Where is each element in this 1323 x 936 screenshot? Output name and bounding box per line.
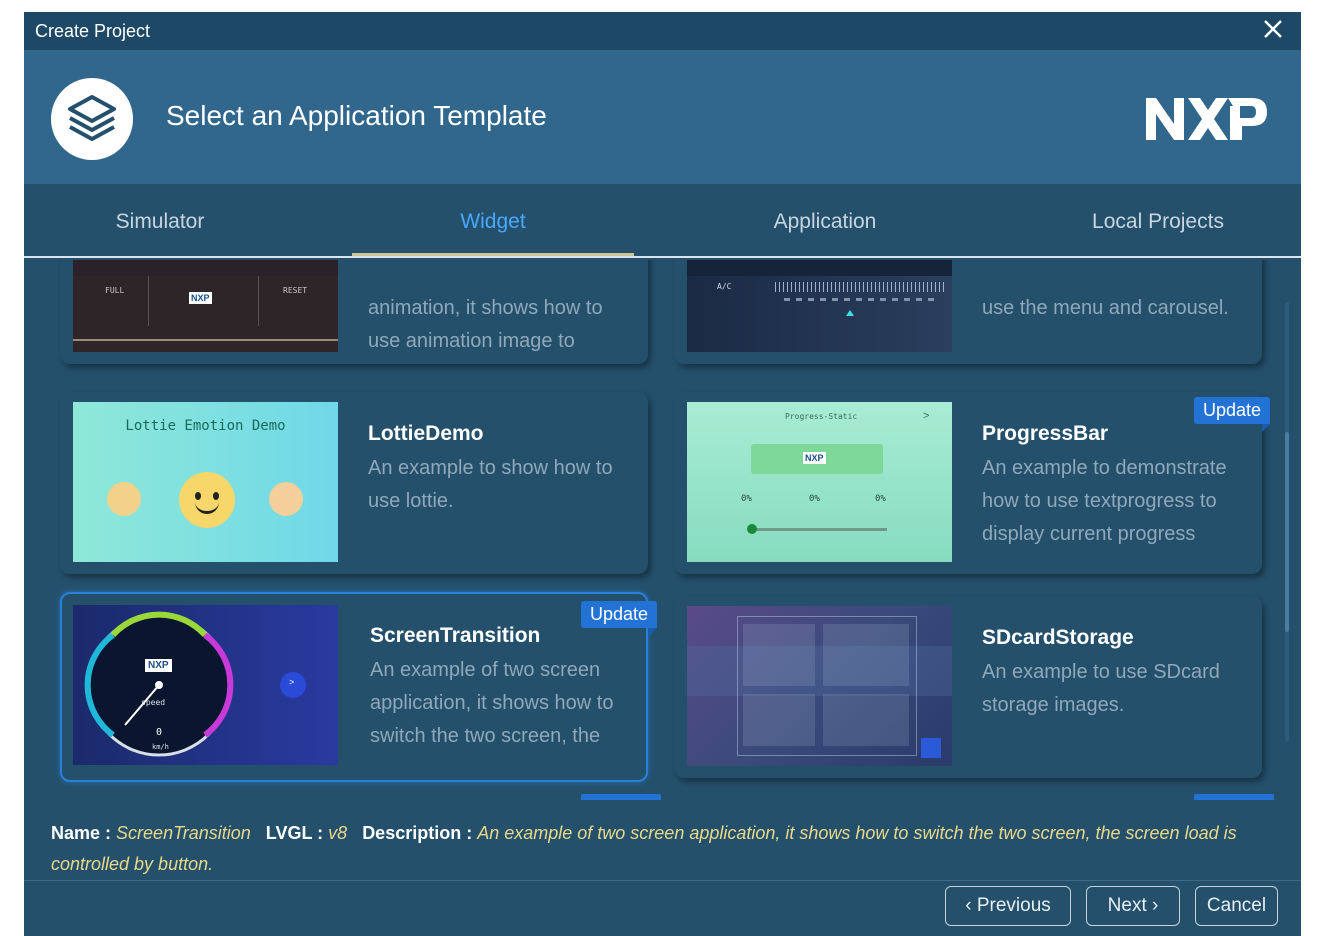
- vertical-scrollbar[interactable]: [1285, 302, 1289, 742]
- speed-label: speed: [141, 698, 166, 707]
- template-thumbnail: NXP speed 0 km/h >: [73, 605, 338, 765]
- nxp-logo: [1144, 94, 1269, 147]
- template-card-lottiedemo[interactable]: Lottie Emotion Demo LottieDemo An exampl…: [60, 392, 648, 574]
- speed-value: 0: [156, 727, 163, 738]
- reset-label: RESET: [283, 286, 308, 295]
- name-value: ScreenTransition: [116, 823, 251, 843]
- nxp-mini-logo: NXP: [145, 659, 172, 672]
- page-heading: Select an Application Template: [166, 100, 547, 131]
- chevron-left-icon: ‹: [965, 895, 972, 916]
- cancel-label: Cancel: [1206, 895, 1267, 916]
- tab-local-projects[interactable]: Local Projects: [1022, 184, 1294, 256]
- smiley-sad-icon: [269, 482, 303, 516]
- next-screen-icon: >: [289, 677, 295, 687]
- title-bar: Create Project: [24, 12, 1301, 50]
- template-card-progressbar[interactable]: Progress-Static > NXP 0% 0% 0% ProgressB…: [674, 392, 1262, 574]
- template-title: ProgressBar: [982, 422, 1109, 445]
- template-title: ScreenTransition: [370, 624, 541, 647]
- template-card-sdcardstorage[interactable]: SDcardStorage An example to use SDcard s…: [674, 596, 1262, 778]
- template-title: SDcardStorage: [982, 626, 1134, 649]
- next-label: Next: [1107, 895, 1147, 916]
- template-description: animation, it shows how to use animation…: [368, 297, 603, 352]
- template-description: An example to demonstrate how to use tex…: [982, 457, 1227, 545]
- update-badge-partial: [1194, 794, 1274, 800]
- template-info: Name : ScreenTransition LVGL : v8 Descri…: [51, 818, 1281, 880]
- nxp-mini-logo: NXP: [803, 452, 826, 464]
- template-description: use the menu and carousel.: [982, 297, 1229, 319]
- nxp-mini-logo: NXP: [189, 292, 212, 304]
- description-label: Description :: [362, 823, 473, 843]
- update-badge[interactable]: Update: [581, 601, 658, 636]
- progress-header: Progress-Static: [785, 412, 858, 421]
- progress-pct-3: 0%: [875, 494, 886, 504]
- template-thumbnail: FULL RESET NXP: [73, 260, 338, 352]
- create-project-dialog: Create Project Select an Application Tem…: [24, 12, 1301, 936]
- tab-application[interactable]: Application: [684, 184, 966, 256]
- template-thumbnail: Progress-Static > NXP 0% 0% 0%: [687, 402, 952, 562]
- template-card-partial-right[interactable]: A/C use the menu and carousel.: [674, 260, 1262, 364]
- previous-button[interactable]: ‹ Previous: [945, 886, 1071, 926]
- speed-unit: km/h: [152, 743, 169, 751]
- template-thumbnail: Lottie Emotion Demo: [73, 402, 338, 562]
- header-banner: Select an Application Template: [24, 50, 1301, 184]
- close-icon[interactable]: [1259, 15, 1287, 43]
- full-label: FULL: [105, 286, 125, 295]
- update-badge-partial: [581, 794, 661, 800]
- lvgl-value: v8: [328, 823, 348, 843]
- template-description: An example of two screen application, it…: [370, 659, 614, 747]
- template-thumbnail: A/C: [687, 260, 952, 352]
- speedometer-gauge: [84, 611, 306, 757]
- template-thumbnail: [687, 606, 952, 766]
- window-title: Create Project: [35, 21, 151, 41]
- update-badge[interactable]: Update: [1194, 397, 1271, 432]
- template-description: An example to show how to use lottie.: [368, 457, 613, 512]
- chevron-right-icon: ›: [1152, 895, 1159, 916]
- tab-simulator[interactable]: Simulator: [24, 184, 296, 256]
- tab-widget[interactable]: Widget: [352, 184, 634, 256]
- previous-label: Previous: [976, 895, 1051, 916]
- smiley-large-icon: [179, 472, 235, 528]
- template-description: An example to use SDcard storage images.: [982, 661, 1220, 716]
- progress-arrow: >: [923, 410, 930, 422]
- footer-divider: [24, 880, 1301, 881]
- lottie-caption: Lottie Emotion Demo: [125, 418, 286, 434]
- lvgl-label: LVGL :: [265, 823, 324, 843]
- progress-pct-2: 0%: [809, 494, 820, 504]
- name-label: Name :: [51, 823, 112, 843]
- layers-icon: [51, 78, 133, 160]
- template-card-partial-left[interactable]: FULL RESET NXP animation, it shows how t…: [60, 260, 648, 364]
- sdcard-icon: [921, 738, 941, 758]
- ac-label: A/C: [717, 282, 732, 291]
- template-list: FULL RESET NXP animation, it shows how t…: [24, 260, 1301, 800]
- progress-pct-1: 0%: [741, 494, 752, 504]
- cancel-button[interactable]: Cancel: [1195, 886, 1278, 926]
- next-button[interactable]: Next ›: [1086, 886, 1180, 926]
- smiley-small-icon: [107, 482, 141, 516]
- scrollbar-thumb[interactable]: [1285, 432, 1289, 632]
- template-card-screentransition[interactable]: NXP speed 0 km/h > ScreenTransition An e…: [60, 592, 648, 782]
- template-title: LottieDemo: [368, 422, 484, 445]
- template-tabs: Simulator Widget Application Local Proje…: [24, 184, 1301, 258]
